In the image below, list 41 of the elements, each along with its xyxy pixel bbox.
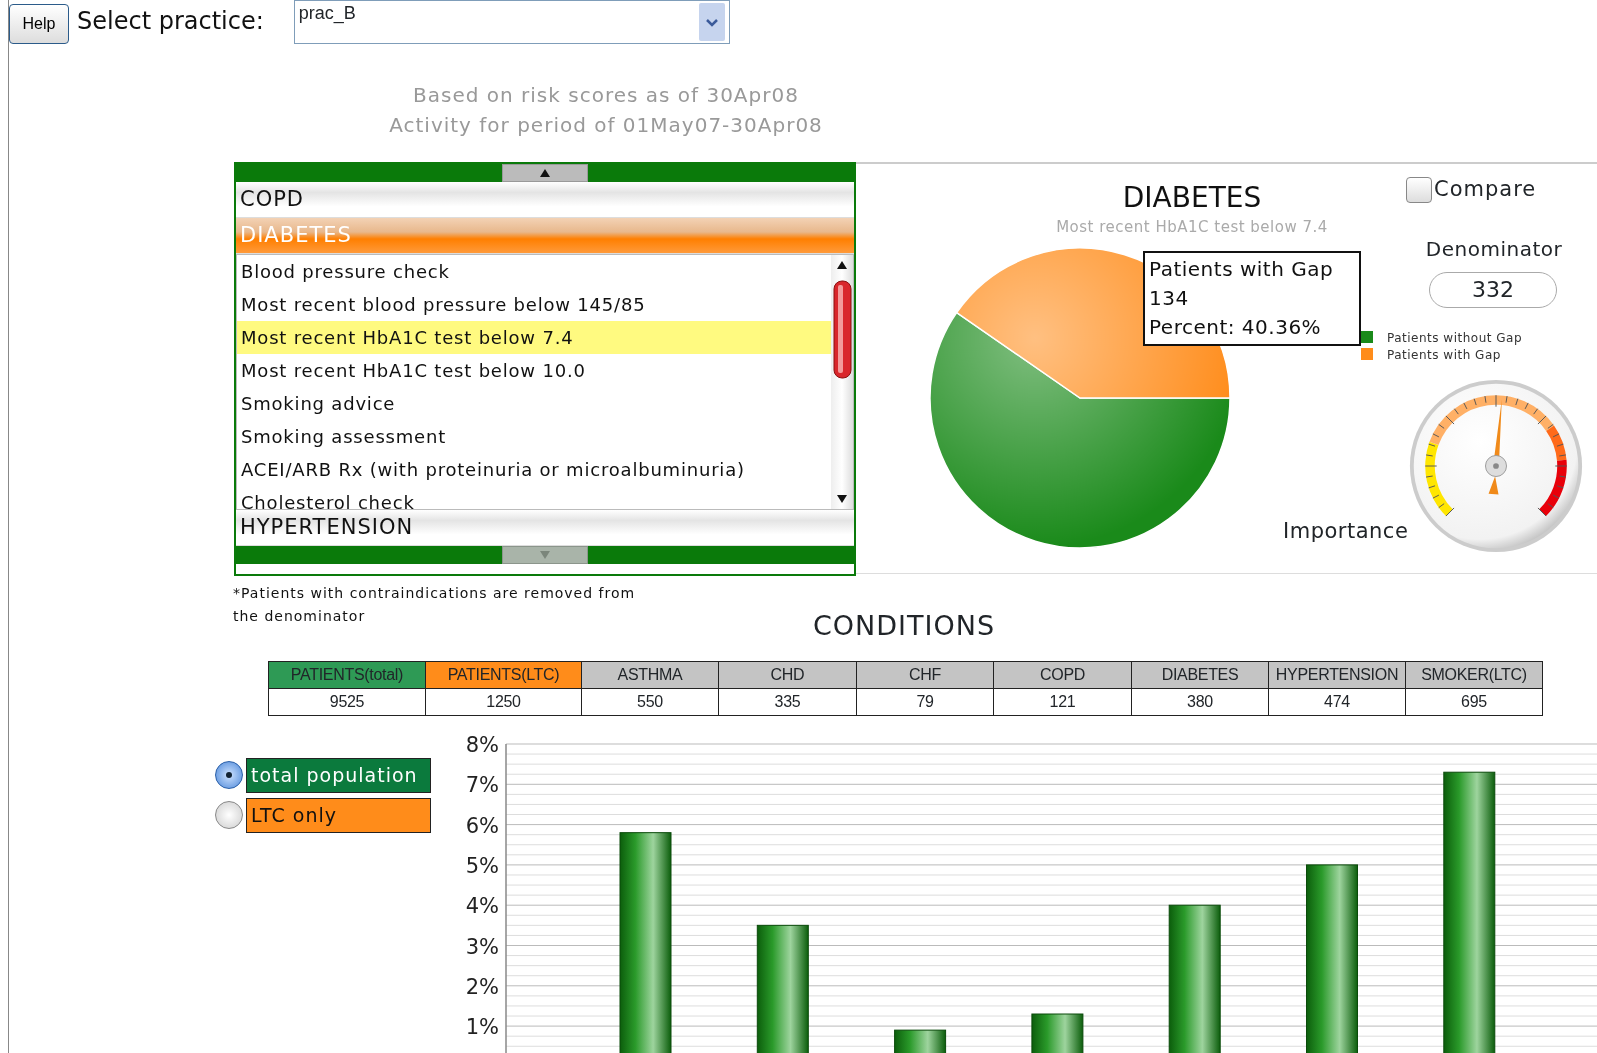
table-cell: 380 xyxy=(1131,688,1269,715)
column-header: SMOKER(LTC) xyxy=(1405,661,1543,688)
legend-label: Patients without Gap xyxy=(1387,330,1523,345)
column-header: HYPERTENSION xyxy=(1268,661,1406,688)
axis-label: 6% xyxy=(465,813,499,838)
section-title: CONDITIONS xyxy=(811,609,997,643)
tooltip-text: Patients with Gap xyxy=(1149,256,1335,283)
tooltip-text: Percent: 40.36% xyxy=(1149,314,1323,341)
axis-label: 4% xyxy=(465,893,499,918)
chart-title: DIABETES xyxy=(1121,180,1263,216)
column-header: DIABETES xyxy=(1131,661,1269,688)
column-header: CHD xyxy=(718,661,857,688)
column-header: COPD xyxy=(993,661,1132,688)
tooltip-text: 134 xyxy=(1149,285,1190,312)
axis-label: 8% xyxy=(465,735,499,757)
info-text: Based on risk scores as of 30Apr08 xyxy=(412,82,800,109)
axis-label: 7% xyxy=(465,772,499,797)
table-cell: 1250 xyxy=(425,688,582,715)
table-cell: 474 xyxy=(1268,688,1406,715)
table-cell: 9525 xyxy=(268,688,426,715)
table-cell: 550 xyxy=(581,688,719,715)
field-label: Denominator xyxy=(1424,235,1564,263)
field-label: Select practice: xyxy=(77,6,264,37)
axis-label: 5% xyxy=(465,853,499,878)
column-header: ASTHMA xyxy=(581,661,719,688)
gauge-label: Importance xyxy=(1283,518,1409,545)
axis-label: 2% xyxy=(465,974,499,999)
footnote: *Patients with contraindications are removed from the denominator xyxy=(233,584,637,626)
column-header: CHF xyxy=(856,661,994,688)
chart-subtitle: Most recent HbA1C test below 7.4 xyxy=(1055,217,1329,238)
table-cell: 121 xyxy=(993,688,1132,715)
info-text: Activity for period of 01May07-30Apr08 xyxy=(388,112,824,139)
table-cell: 695 xyxy=(1405,688,1543,715)
table-cell: 79 xyxy=(856,688,994,715)
legend-label: Patients with Gap xyxy=(1387,347,1501,362)
table-cell: 335 xyxy=(718,688,857,715)
axis-label: 1% xyxy=(465,1014,499,1039)
checkbox-label: Compare xyxy=(1434,176,1537,203)
axis-label: 3% xyxy=(465,934,499,958)
column-header: PATIENTS(LTC) xyxy=(425,661,582,688)
column-header: PATIENTS(total) xyxy=(268,661,426,688)
